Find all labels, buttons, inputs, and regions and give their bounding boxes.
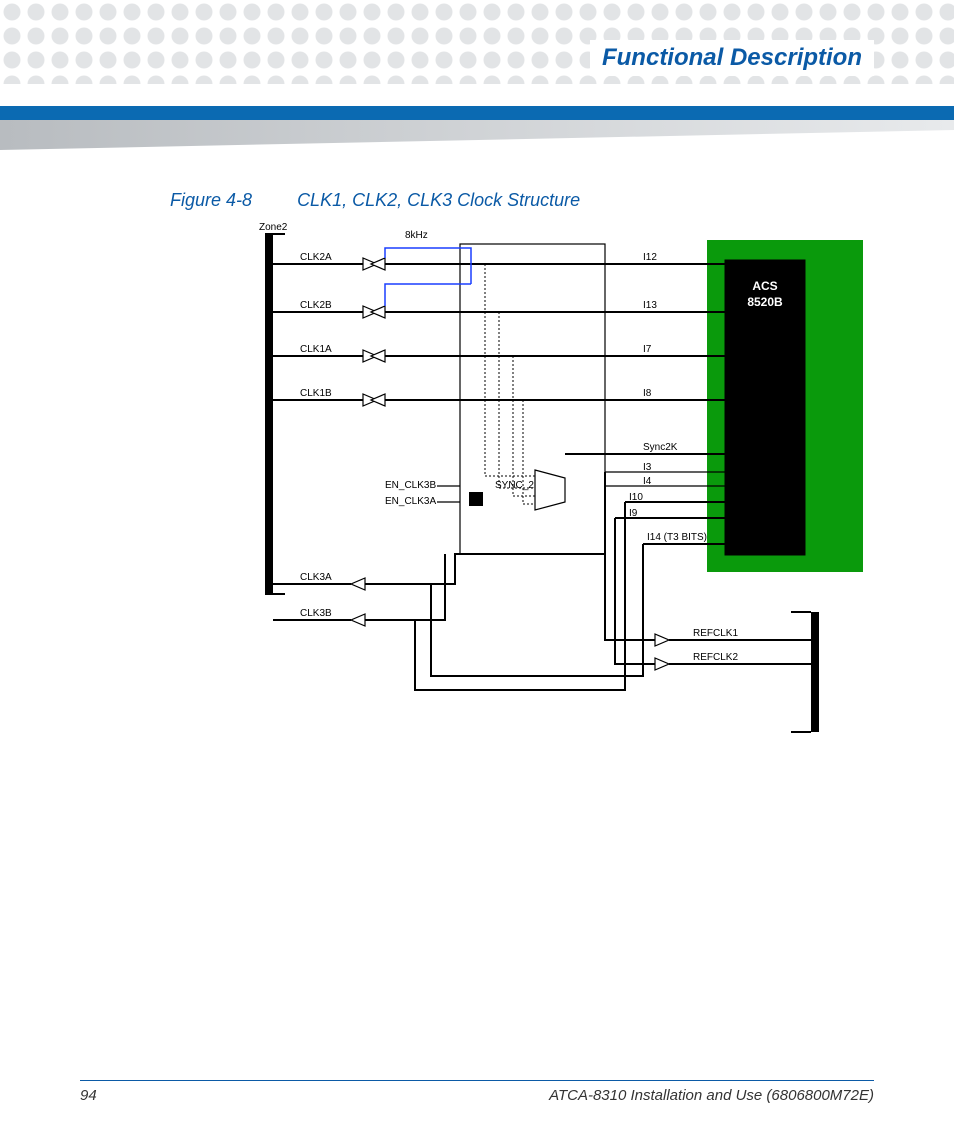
svg-text:I14 (T3 BITS): I14 (T3 BITS): [647, 532, 707, 543]
svg-text:I7: I7: [643, 344, 652, 355]
svg-text:CLK1B: CLK1B: [300, 388, 332, 399]
row-clk3a: CLK3A: [273, 554, 605, 590]
svg-text:CLK2B: CLK2B: [300, 300, 332, 311]
svg-text:I13: I13: [643, 300, 657, 311]
figure-title: CLK1, CLK2, CLK3 Clock Structure: [297, 190, 580, 210]
left-connector: [265, 234, 273, 594]
figure-caption: Figure 4-8 CLK1, CLK2, CLK3 Clock Struct…: [170, 190, 580, 211]
acs-l2: 8520B: [747, 295, 783, 309]
sync2-mux: SYNC_2 Sync2K: [469, 264, 725, 510]
page-footer: 94 ATCA-8310 Installation and Use (68068…: [80, 1080, 874, 1104]
en-clk3a: EN_CLK3A: [385, 496, 436, 507]
svg-text:REFCLK2: REFCLK2: [693, 652, 738, 663]
svg-text:CLK3A: CLK3A: [300, 572, 332, 583]
en-clk3b: EN_CLK3B: [385, 480, 436, 491]
svg-text:REFCLK1: REFCLK1: [693, 628, 738, 639]
svg-text:I12: I12: [643, 252, 657, 263]
svg-text:CLK2A: CLK2A: [300, 252, 332, 263]
acs-l1: ACS: [752, 279, 777, 293]
svg-text:SYNC_2: SYNC_2: [495, 480, 534, 491]
row-clk3b: CLK3B: [273, 554, 445, 626]
header-shadow: [0, 120, 954, 150]
row-clk2a: CLK2A I12: [273, 248, 725, 284]
rate-label: 8kHz: [405, 230, 428, 241]
clock-structure-diagram: Zone2 8kHz ACS 8520B CLK2A: [255, 220, 865, 760]
doc-id: ATCA-8310 Installation and Use (6806800M…: [549, 1087, 874, 1104]
right-connector: [811, 612, 819, 732]
figure-number: Figure 4-8: [170, 190, 252, 210]
zone-label: Zone2: [259, 222, 288, 233]
svg-text:I8: I8: [643, 388, 652, 399]
svg-text:I3: I3: [643, 462, 652, 473]
page-number: 94: [80, 1087, 97, 1104]
svg-text:CLK1A: CLK1A: [300, 344, 332, 355]
header-bar: [0, 106, 954, 120]
svg-text:Sync2K: Sync2K: [643, 442, 678, 453]
svg-text:I4: I4: [643, 476, 652, 487]
section-title: Functional Description: [590, 40, 874, 76]
svg-text:CLK3B: CLK3B: [300, 608, 332, 619]
